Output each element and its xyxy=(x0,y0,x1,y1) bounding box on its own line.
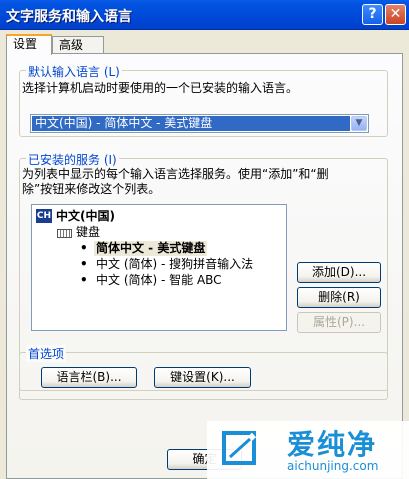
installed-services-legend: 已安装的服务 (I) xyxy=(26,151,119,168)
default-language-group: 默认输入语言 (L) 选择计算机启动时要使用的一个已安装的输入语言。 中文(中国… xyxy=(19,63,388,137)
tree-language-item[interactable]: 中文(中国) xyxy=(56,209,115,224)
default-language-select[interactable]: 中文(中国) - 简体中文 - 美式键盘 ▼ xyxy=(30,114,369,133)
chevron-down-icon[interactable]: ▼ xyxy=(351,116,367,131)
services-tree[interactable]: CH 中文(中国) 键盘 • 简体中文 - 美式键盘 • 中文 (简体) - 搜… xyxy=(31,204,287,331)
bullet-icon: • xyxy=(80,241,88,255)
tree-service-item[interactable]: 中文 (简体) - 智能 ABC xyxy=(96,273,222,288)
default-language-description: 选择计算机启动时要使用的一个已安装的输入语言。 xyxy=(22,81,299,95)
installed-services-description-1: 为列表中显示的每个输入语言选择服务。使用“添加”和“删 xyxy=(22,167,329,181)
title-bar: 文字服务和输入语言 ? ✕ xyxy=(0,0,409,30)
keyboard-icon xyxy=(57,229,72,238)
watermark-brand: 爱纯净 xyxy=(287,428,378,461)
bullet-icon: • xyxy=(80,273,88,287)
settings-panel: 默认输入语言 (L) 选择计算机启动时要使用的一个已安装的输入语言。 中文(中国… xyxy=(6,53,403,479)
close-button[interactable]: ✕ xyxy=(385,4,406,25)
remove-button[interactable]: 删除(R) xyxy=(297,287,381,308)
language-bar-button[interactable]: 语言栏(B)... xyxy=(41,367,137,388)
bullet-icon: • xyxy=(80,257,88,271)
help-button[interactable]: ? xyxy=(362,4,383,25)
watermark: 爱纯净 aichunjing.com xyxy=(207,421,409,479)
preferences-group: 首选项 语言栏(B)... 键设置(K)... xyxy=(19,345,388,400)
default-language-legend: 默认输入语言 (L) xyxy=(26,63,122,80)
default-language-value: 中文(中国) - 简体中文 - 美式键盘 xyxy=(32,116,350,131)
tree-category-keyboard[interactable]: 键盘 xyxy=(76,225,100,240)
tree-service-item[interactable]: 简体中文 - 美式键盘 xyxy=(94,241,208,256)
tab-settings[interactable]: 设置 xyxy=(6,34,52,55)
tree-service-item[interactable]: 中文 (简体) - 搜狗拼音输入法 xyxy=(96,257,253,272)
preferences-legend: 首选项 xyxy=(26,345,67,362)
installed-services-description-2: 除”按钮来修改这个列表。 xyxy=(22,182,161,196)
language-ch-icon: CH xyxy=(36,209,52,223)
tab-advanced[interactable]: 高级 xyxy=(52,36,104,54)
window-title: 文字服务和输入语言 xyxy=(6,9,132,25)
properties-button[interactable]: 属性(P)... xyxy=(297,312,381,333)
add-button[interactable]: 添加(D)... xyxy=(297,262,381,283)
brand-logo-icon xyxy=(222,431,257,465)
watermark-url: aichunjing.com xyxy=(287,459,379,473)
key-settings-button[interactable]: 键设置(K)... xyxy=(154,367,251,388)
